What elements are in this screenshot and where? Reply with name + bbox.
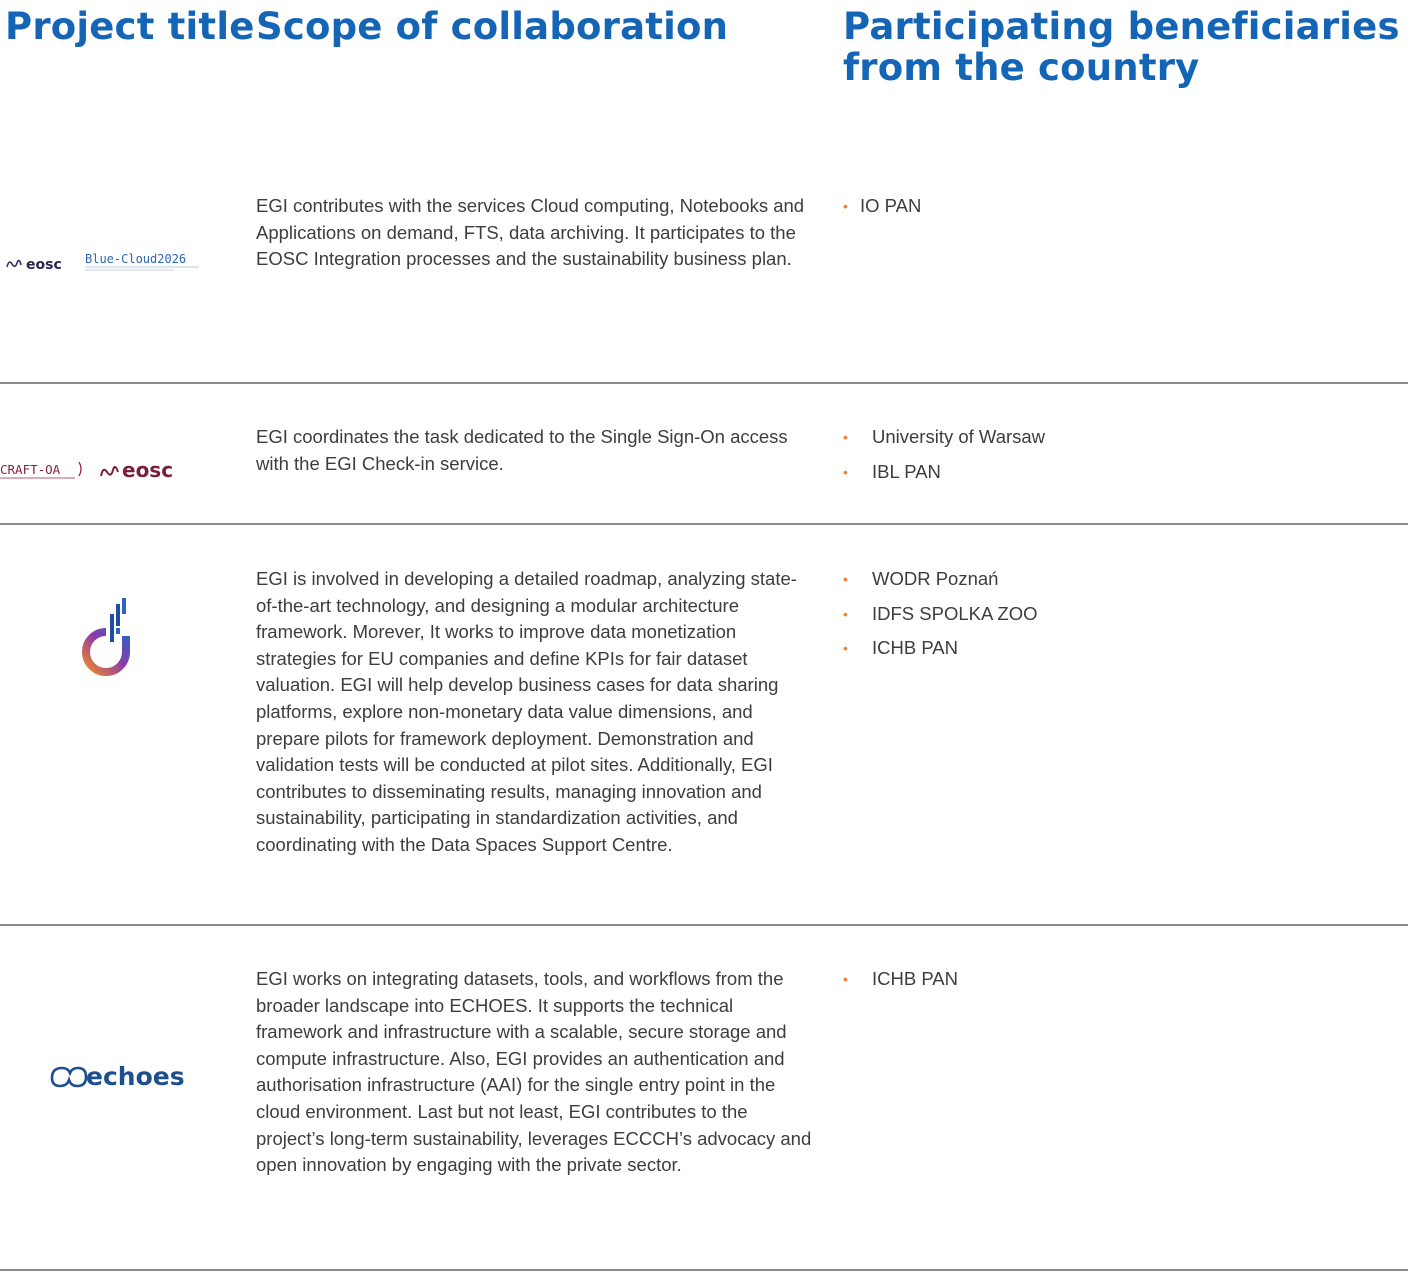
header-project-title: Project title [5, 5, 255, 48]
beneficiary-item: • IBL PAN [843, 459, 1045, 494]
craft-oa-icon: CRAFT-OA eosc [0, 458, 173, 482]
header-scope: Scope of collaboration [256, 5, 729, 48]
beneficiary-item: • WODR Poznań [843, 566, 1038, 601]
scope-text-row-3: EGI is involved in developing a detailed… [256, 568, 797, 855]
bullet-icon: • [843, 198, 848, 214]
craft-oa-logo: CRAFT-OA eosc [0, 456, 200, 482]
logo-echoes-text: echoes [86, 1062, 185, 1091]
bullet-icon: • [843, 429, 848, 445]
beneficiaries-row-1: • IO PAN [843, 193, 921, 228]
logo-craft-text: CRAFT-OA [0, 462, 61, 477]
beneficiaries-row-4: • ICHB PAN [843, 966, 958, 1001]
beneficiary-item: • IDFS SPOLKA ZOO [843, 601, 1038, 636]
bullet-icon: • [843, 571, 848, 587]
beneficiary-item: • ICHB PAN [843, 635, 1038, 670]
data-project-logo [80, 596, 130, 680]
scope-text-row-2: EGI coordinates the task dedicated to th… [256, 426, 788, 474]
beneficiary-item: • ICHB PAN [843, 966, 958, 1001]
row-divider [256, 924, 1408, 926]
logo-eosc-text: eosc [122, 458, 173, 482]
header-beneficiaries: Participating beneficiaries from the cou… [843, 6, 1400, 88]
beneficiaries-row-2: • University of Warsaw • IBL PAN [843, 424, 1045, 493]
bullet-icon: • [843, 640, 848, 656]
header-beneficiaries-line2: from the country [843, 46, 1200, 89]
beneficiary-item: • IO PAN [843, 193, 921, 228]
row-divider-left [0, 523, 256, 525]
d-shape-icon [82, 598, 130, 676]
row-divider-left [0, 382, 256, 384]
beneficiaries-row-3: • WODR Poznań • IDFS SPOLKA ZOO • ICHB PAN [843, 566, 1038, 670]
beneficiary-item: • University of Warsaw [843, 424, 1045, 459]
row-divider-left [0, 924, 256, 926]
blue-cloud-logo: eosc Blue-Cloud2026 [4, 250, 209, 274]
echoes-logo: echoes [50, 1058, 220, 1092]
scope-text-row-4: EGI works on integrating datasets, tools… [256, 968, 812, 1176]
row-divider [256, 1269, 1408, 1271]
logo-bluecloud-text: Blue-Cloud2026 [85, 252, 186, 266]
echoes-icon: echoes [50, 1062, 185, 1091]
scope-text-row-1: EGI contributes with the services Cloud … [256, 195, 805, 270]
header-beneficiaries-line1: Participating beneficiaries [843, 5, 1400, 48]
row-divider-left [0, 1269, 256, 1271]
bullet-icon: • [843, 605, 848, 622]
logo-eosc-text: eosc [26, 257, 62, 273]
eosc-icon: eosc Blue-Cloud2026 [6, 252, 199, 273]
row-divider [256, 523, 1408, 525]
bullet-icon: • [843, 971, 848, 987]
row-divider [256, 382, 1408, 384]
bullet-icon: • [843, 463, 848, 480]
